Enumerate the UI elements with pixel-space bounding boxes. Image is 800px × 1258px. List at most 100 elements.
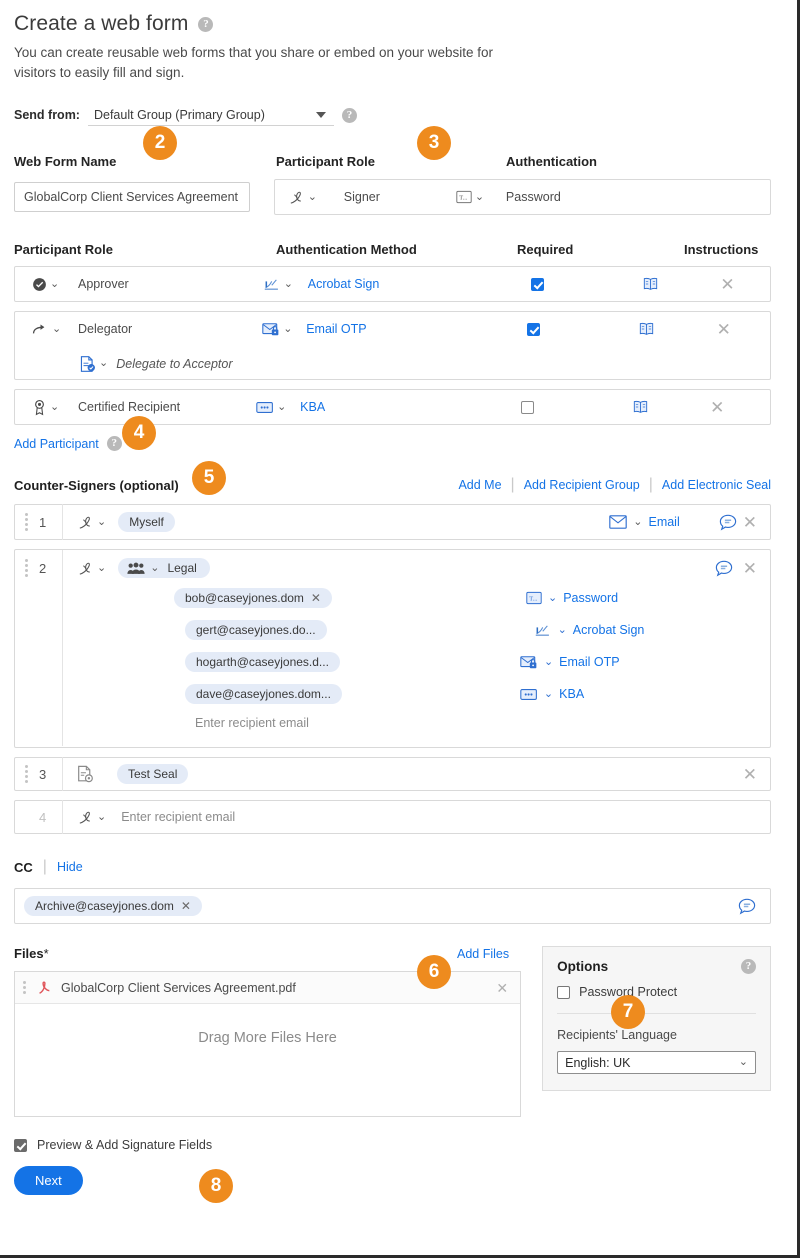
preview-checkbox[interactable]	[14, 1138, 27, 1152]
recipient-email-chip[interactable]: bob@caseyjones.dom ✕	[174, 588, 332, 609]
remove-signer-button[interactable]: ✕	[743, 560, 757, 577]
signer-role-selector[interactable]: ⌄	[77, 560, 106, 577]
group-people-icon	[127, 562, 145, 574]
language-select[interactable]: English: UK ⌄	[557, 1051, 756, 1075]
drag-handle[interactable]	[25, 765, 28, 784]
group-recipient-row: bob@caseyjones.dom ✕ T... ⌄ Password	[15, 582, 770, 614]
remove-participant-button[interactable]: ✕	[717, 321, 731, 338]
header-instructions: Instructions	[684, 242, 759, 258]
send-from-dropdown[interactable]: Default Group (Primary Group)	[87, 104, 334, 127]
auth-method-value[interactable]: KBA	[300, 400, 325, 414]
auth-method-selector[interactable]: ⌄	[264, 277, 308, 292]
list-item: 2 ⌄ ⌄ Legal ✕ bob@caseyjones.dom ✕ T... …	[14, 549, 771, 749]
signer-role-selector[interactable]: ⌄	[77, 809, 106, 826]
drag-handle[interactable]	[25, 559, 28, 578]
participant-role-selector[interactable]: ⌄	[32, 322, 78, 337]
recipient-email: hogarth@caseyjones.d...	[196, 655, 329, 670]
options-header: Options ?	[557, 959, 756, 975]
electronic-seal-type[interactable]	[77, 765, 94, 783]
recipient-auth-selector[interactable]: ⌄ Acrobat Sign	[535, 623, 645, 638]
instructions-button[interactable]	[630, 277, 670, 291]
remove-participant-button[interactable]: ✕	[720, 276, 734, 293]
remove-signer-button[interactable]: ✕	[743, 514, 757, 531]
recipient-email-chip[interactable]: hogarth@caseyjones.d...	[185, 652, 340, 673]
drag-handle[interactable]	[25, 513, 28, 532]
remove-signer-button[interactable]: ✕	[743, 766, 757, 783]
book-instructions-icon	[639, 323, 654, 336]
signature-pen-icon	[79, 562, 90, 575]
primary-participant-row: GlobalCorp Client Services Agreement ⌄ S…	[14, 179, 771, 216]
web-form-name-input[interactable]: GlobalCorp Client Services Agreement	[14, 182, 250, 213]
signer-auth-value[interactable]: Email	[648, 515, 679, 529]
remove-participant-button[interactable]: ✕	[710, 399, 724, 416]
recipient-auth-selector[interactable]: ⌄ KBA	[520, 687, 584, 701]
add-recipient-group-link[interactable]: Add Recipient Group	[524, 478, 640, 492]
remove-email-icon[interactable]: ✕	[181, 899, 191, 913]
primary-auth-value: Password	[505, 190, 561, 205]
signer-role-selector[interactable]: ⌄	[77, 514, 106, 531]
primary-auth-selector[interactable]: T... ⌄	[456, 190, 506, 204]
list-item: 3 Test Seal ✕	[14, 757, 771, 792]
auth-method-selector[interactable]: ⌄	[256, 401, 300, 414]
header-auth-method: Authentication Method	[276, 242, 417, 258]
message-bubble-icon[interactable]	[719, 514, 737, 531]
recipient-auth-value[interactable]: Password	[563, 591, 618, 605]
required-checkbox[interactable]	[520, 400, 534, 414]
add-participant-link[interactable]: Add Participant	[14, 437, 99, 451]
auth-method-selector[interactable]: ⌄	[262, 322, 306, 337]
group-recipient-row: hogarth@caseyjones.d... ⌄ Email OTP	[15, 646, 770, 678]
auth-method-value[interactable]: Email OTP	[306, 322, 366, 336]
options-help-icon[interactable]: ?	[741, 959, 756, 975]
add-participant-help-icon[interactable]: ?	[106, 436, 122, 452]
participant-role-value: Certified Recipient	[78, 400, 181, 415]
recipient-auth-value[interactable]: KBA	[559, 687, 584, 701]
group-email-input[interactable]: Enter recipient email	[195, 710, 770, 736]
add-files-link[interactable]: Add Files	[457, 947, 509, 961]
instructions-button[interactable]	[627, 322, 667, 336]
web-form-name-label: Web Form Name	[14, 154, 117, 170]
primary-role-selector[interactable]: ⌄	[288, 189, 344, 206]
recipient-auth-selector[interactable]: ⌄ Email OTP	[520, 655, 620, 670]
remove-file-button[interactable]: ✕	[496, 981, 508, 995]
recipient-auth-value[interactable]: Email OTP	[559, 655, 619, 669]
kba-dots-icon	[520, 688, 537, 700]
participant-role-selector[interactable]: ⌄	[32, 277, 78, 292]
options-title: Options	[557, 959, 609, 975]
recipient-auth-value[interactable]: Acrobat Sign	[573, 623, 645, 637]
recipient-email-chip[interactable]: gert@caseyjones.do...	[185, 620, 327, 641]
recipient-auth-selector[interactable]: T... ⌄ Password	[526, 591, 618, 605]
seal-chip-label: Test Seal	[128, 767, 178, 782]
recipient-chip[interactable]: Myself	[118, 512, 175, 533]
add-electronic-seal-link[interactable]: Add Electronic Seal	[662, 478, 771, 492]
send-from-help-icon[interactable]: ?	[341, 107, 357, 123]
drag-handle[interactable]	[23, 981, 26, 995]
message-bubble-icon[interactable]	[738, 898, 756, 915]
chevron-down-icon: ⌄	[97, 515, 107, 528]
recipient-group-chip[interactable]: ⌄ Legal	[118, 558, 210, 579]
required-checkbox[interactable]	[527, 322, 541, 336]
cc-email-chip[interactable]: Archive@caseyjones.dom ✕	[24, 896, 202, 917]
add-me-link[interactable]: Add Me	[458, 478, 501, 492]
auth-method-value[interactable]: Acrobat Sign	[308, 277, 380, 291]
password-protect-row[interactable]: Password Protect	[557, 985, 756, 999]
cc-field[interactable]: Archive@caseyjones.dom ✕	[14, 888, 771, 925]
recipient-email-input[interactable]: Enter recipient email	[121, 810, 235, 824]
delegate-sub-role[interactable]: ⌄ Delegate to Acceptor	[79, 355, 233, 373]
next-button[interactable]: Next	[14, 1166, 83, 1196]
seal-chip[interactable]: Test Seal	[117, 764, 189, 785]
password-protect-checkbox[interactable]	[557, 985, 571, 999]
file-dropzone[interactable]: GlobalCorp Client Services Agreement.pdf…	[14, 971, 522, 1118]
chevron-down-icon: ⌄	[307, 190, 317, 203]
instructions-button[interactable]	[620, 400, 660, 414]
required-checkbox[interactable]	[530, 277, 544, 291]
cc-hide-link[interactable]: Hide	[57, 860, 83, 874]
question-help-icon[interactable]: ?	[198, 16, 214, 32]
message-bubble-icon[interactable]	[715, 560, 733, 577]
step-marker-5: 5	[192, 461, 226, 495]
chevron-down-icon	[315, 112, 326, 119]
email-envelope-icon[interactable]	[609, 515, 628, 529]
participant-role-selector[interactable]: ⌄	[32, 399, 78, 416]
send-from-value: Default Group (Primary Group)	[93, 107, 265, 122]
remove-email-icon[interactable]: ✕	[311, 591, 321, 605]
recipient-email-chip[interactable]: dave@caseyjones.dom...	[185, 684, 342, 705]
